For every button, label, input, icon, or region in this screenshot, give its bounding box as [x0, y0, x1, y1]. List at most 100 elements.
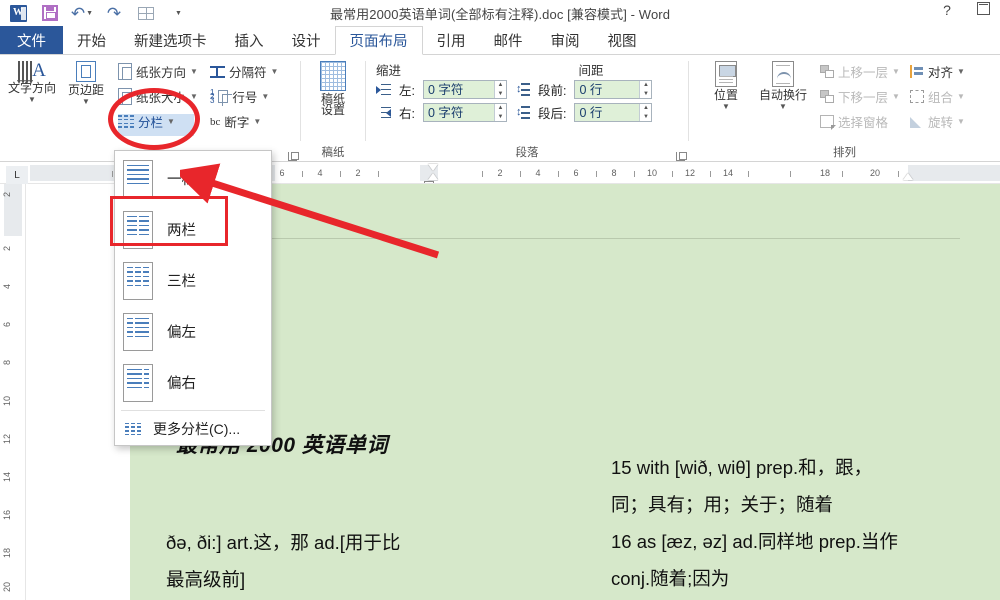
indent-right-field[interactable]: 0 字符 ▲ ▼ — [422, 103, 507, 122]
align-button[interactable]: 对齐 ▼ — [907, 59, 968, 84]
wrap-text-label: 自动换行 — [758, 88, 807, 102]
paragraph-dialog-launcher[interactable] — [676, 152, 687, 161]
arrange-column-1: 上移一层 ▼ 下移一层 ▼ 选择窗格 — [817, 59, 903, 134]
ruler-tick: 6 — [573, 168, 579, 178]
menu-item-label: 两栏 — [167, 223, 196, 239]
ruler-col-gap — [275, 165, 420, 181]
vruler-tick: 14 — [2, 472, 12, 483]
restore-window-icon[interactable] — [972, 2, 994, 18]
group-button[interactable]: 组合 ▼ — [907, 84, 968, 109]
help-icon[interactable]: ? — [936, 2, 958, 18]
space-before-field[interactable]: 0 行 ▲ ▼ — [574, 80, 653, 99]
chevron-down-icon[interactable]: ▼ — [957, 117, 965, 126]
margins-button[interactable]: 页边距 ▼ — [59, 59, 113, 106]
chevron-down-icon[interactable]: ▼ — [270, 67, 278, 76]
indent-left-value[interactable]: 0 字符 — [424, 81, 494, 98]
space-after-value[interactable]: 0 行 — [575, 104, 639, 121]
orientation-button[interactable]: 纸张方向 ▼ — [115, 59, 201, 84]
chevron-down-icon[interactable]: ▼ — [190, 67, 198, 76]
hyphenation-button[interactable]: bc 断字 ▼ — [207, 109, 281, 134]
indent-right-value[interactable]: 0 字符 — [424, 104, 494, 121]
tab-view[interactable]: 视图 — [594, 26, 651, 54]
tab-file[interactable]: 文件 — [0, 26, 63, 54]
space-before-label: 段前: — [537, 84, 567, 98]
chevron-down-icon[interactable]: ▼ — [253, 117, 261, 126]
rotate-button[interactable]: 旋转 ▼ — [907, 109, 968, 134]
indent-left-stepper[interactable]: ▲ ▼ — [493, 81, 506, 98]
columns-dropdown-menu[interactable]: 一栏 两栏 三栏 偏左 偏右 更多分栏(C)... — [114, 150, 272, 446]
chevron-down-icon[interactable]: ▼ — [190, 92, 198, 101]
vruler-tick: 12 — [2, 434, 12, 445]
send-backward-icon — [820, 90, 834, 103]
space-before-value[interactable]: 0 行 — [575, 81, 639, 98]
tab-new-tab[interactable]: 新建选项卡 — [120, 26, 221, 54]
send-backward-button[interactable]: 下移一层 ▼ — [817, 84, 903, 109]
ruler-text-area — [438, 165, 908, 181]
manuscript-setup-button[interactable]: 稿纸 设置 — [306, 59, 360, 117]
tab-stop-selector[interactable]: L — [6, 166, 28, 185]
paper-size-icon — [118, 88, 132, 105]
tab-mailings[interactable]: 邮件 — [480, 26, 537, 54]
document-left-column: ðə, ði:] art.这，那 ad.[用于比 最高级前] i:,bi] au… — [166, 524, 496, 600]
chevron-down-icon[interactable]: ▼ — [892, 92, 900, 101]
indent-right-stepper[interactable]: ▲ ▼ — [493, 104, 506, 121]
menu-item-more-columns[interactable]: 更多分栏(C)... — [115, 413, 271, 445]
chevron-down-icon[interactable]: ▼ — [261, 92, 269, 101]
text-direction-button[interactable]: A 文字方向 ▼ — [5, 59, 59, 104]
orientation-icon — [118, 63, 132, 80]
ruler-tick: 2 — [497, 168, 503, 178]
menu-divider — [121, 410, 265, 411]
chevron-down-icon[interactable]: ▼ — [957, 92, 965, 101]
right-indent-marker[interactable] — [903, 173, 913, 180]
bring-forward-button[interactable]: 上移一层 ▼ — [817, 59, 903, 84]
wrap-text-button[interactable]: 自动换行 ▼ — [753, 59, 813, 111]
vruler-tick: 6 — [2, 322, 12, 328]
chevron-down-icon[interactable]: ▼ — [722, 103, 730, 111]
menu-item-label: 偏左 — [167, 325, 196, 341]
line-numbers-button[interactable]: 123 行号 ▼ — [207, 84, 281, 109]
tab-design[interactable]: 设计 — [278, 26, 335, 54]
menu-item-one-column[interactable]: 一栏 — [115, 153, 271, 204]
vruler-tick: 18 — [2, 548, 12, 559]
ruler-tick: 4 — [535, 168, 541, 178]
wrap-text-icon — [772, 61, 794, 87]
first-line-indent-marker[interactable] — [428, 164, 438, 171]
chevron-down-icon[interactable]: ▼ — [82, 98, 90, 106]
space-after-field[interactable]: 0 行 ▲ ▼ — [574, 103, 653, 122]
chevron-down-icon[interactable]: ▼ — [957, 67, 965, 76]
vruler-tick: 20 — [2, 582, 12, 593]
selection-pane-button[interactable]: 选择窗格 — [817, 109, 903, 134]
vruler-tick: 2 — [2, 246, 12, 252]
hanging-indent-marker[interactable] — [428, 173, 438, 180]
margins-icon — [76, 61, 96, 82]
ruler-margin-right — [908, 165, 1000, 181]
menu-item-two-columns[interactable]: 两栏 — [115, 204, 271, 255]
space-after-stepper[interactable]: ▲ ▼ — [639, 104, 652, 121]
tab-home[interactable]: 开始 — [63, 26, 120, 54]
paper-size-button[interactable]: 纸张大小 ▼ — [115, 84, 201, 109]
tab-references[interactable]: 引用 — [423, 26, 480, 54]
chevron-down-icon[interactable]: ▼ — [28, 96, 36, 104]
paper-size-label: 纸张大小 — [136, 91, 187, 105]
menu-item-left-column[interactable]: 偏左 — [115, 306, 271, 357]
chevron-down-icon[interactable]: ▼ — [167, 117, 175, 126]
tab-page-layout[interactable]: 页面布局 — [334, 26, 423, 55]
chevron-down-icon[interactable]: ▼ — [892, 67, 900, 76]
space-before-stepper[interactable]: ▲ ▼ — [639, 81, 652, 98]
space-after-icon: ↕ — [515, 106, 530, 119]
menu-item-three-columns[interactable]: 三栏 — [115, 255, 271, 306]
indent-left-field[interactable]: 0 字符 ▲ ▼ — [422, 80, 507, 99]
position-button[interactable]: 位置 ▼ — [699, 59, 753, 111]
chevron-down-icon[interactable]: ▼ — [779, 103, 787, 111]
breaks-button[interactable]: 分隔符 ▼ — [207, 59, 281, 84]
tab-insert[interactable]: 插入 — [221, 26, 278, 54]
menu-item-label: 更多分栏(C)... — [153, 421, 241, 437]
title-bar: ↶▼ ↷ ▼ 最常用2000英语单词(全部标有注释).doc [兼容模式] - … — [0, 0, 1000, 26]
columns-button[interactable]: 分栏 ▼ — [115, 109, 201, 134]
vertical-ruler[interactable]: 2 2 4 6 8 10 12 14 16 18 20 — [0, 184, 26, 600]
indent-right-label: 右: — [399, 107, 415, 121]
page-setup-dialog-launcher[interactable] — [288, 152, 299, 161]
tab-review[interactable]: 审阅 — [537, 26, 594, 54]
menu-item-right-column[interactable]: 偏右 — [115, 357, 271, 408]
group-label: 组合 — [927, 91, 953, 105]
